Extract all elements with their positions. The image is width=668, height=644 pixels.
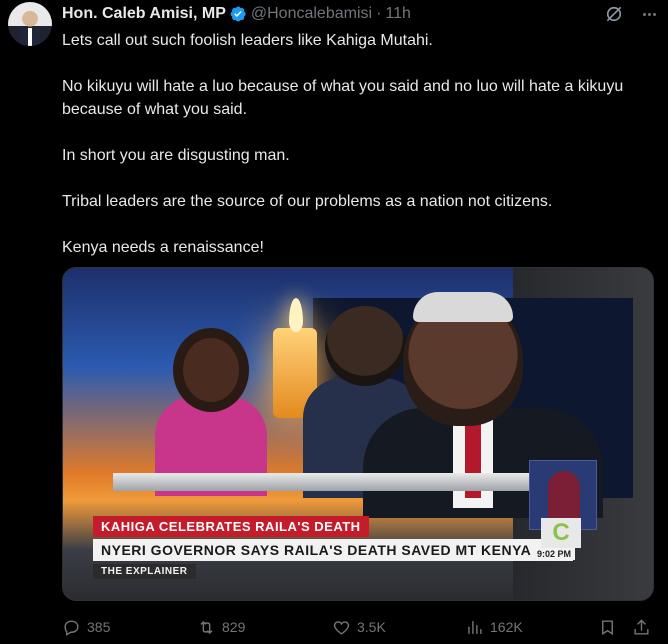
post-paragraph: Tribal leaders are the source of our pro… [62,193,553,210]
author-name[interactable]: Hon. Caleb Amisi, MP [62,5,226,23]
news-ticker: KAHIGA CELEBRATES RAILA'S DEATH NYERI GO… [93,516,593,579]
views-icon [468,620,482,634]
post-paragraph: Lets call out such foolish leaders like … [62,32,433,49]
portrait-figure-head [325,306,405,386]
channel-logo: C [541,518,581,548]
post-time[interactable]: 11h [385,5,411,23]
post-media-image[interactable]: KAHIGA CELEBRATES RAILA'S DEATH NYERI GO… [62,267,654,601]
author-handle[interactable]: @Honcalebamisi [251,5,372,23]
news-desk [113,473,533,491]
separator-dot: · [376,5,382,22]
repost-button[interactable]: 829 [197,615,245,639]
post-header: Hon. Caleb Amisi, MP @Honcalebamisi · 11… [62,3,668,25]
share-icon [634,618,649,635]
heart-icon [333,620,350,635]
bookmark-icon [602,619,613,635]
reply-count: 385 [87,619,111,635]
share-button[interactable] [632,615,651,639]
post-paragraph: In short you are disgusting man. [62,147,290,164]
like-count: 3.5K [357,619,386,635]
post-paragraph: No kikuyu will hate a luo because of wha… [62,78,624,118]
repost-icon [200,620,213,634]
like-button[interactable]: 3.5K [332,615,386,639]
bookmark-button[interactable] [598,615,617,639]
verified-badge-icon [230,6,246,22]
post-text: Lets call out such foolish leaders like … [62,29,652,282]
post-paragraph: Kenya needs a renaissance! [62,239,264,256]
views-count: 162K [490,619,523,635]
ticker-segment: THE EXPLAINER [93,564,196,579]
views-button[interactable]: 162K [465,615,523,639]
governor-hair [413,292,513,322]
grok-icon[interactable] [604,4,624,24]
post-actions: 385 829 3.5K 162K [62,615,654,639]
more-icon[interactable] [638,3,660,25]
author-avatar[interactable] [8,2,52,46]
reply-icon [64,619,79,636]
ticker-headline: NYERI GOVERNOR SAYS RAILA'S DEATH SAVED … [93,539,573,561]
news-anchor-head [183,338,239,402]
ticker-kicker: KAHIGA CELEBRATES RAILA'S DEATH [93,516,369,537]
repost-count: 829 [222,619,246,635]
broadcast-clock: 9:02 PM [533,548,576,560]
reply-button[interactable]: 385 [62,615,110,639]
